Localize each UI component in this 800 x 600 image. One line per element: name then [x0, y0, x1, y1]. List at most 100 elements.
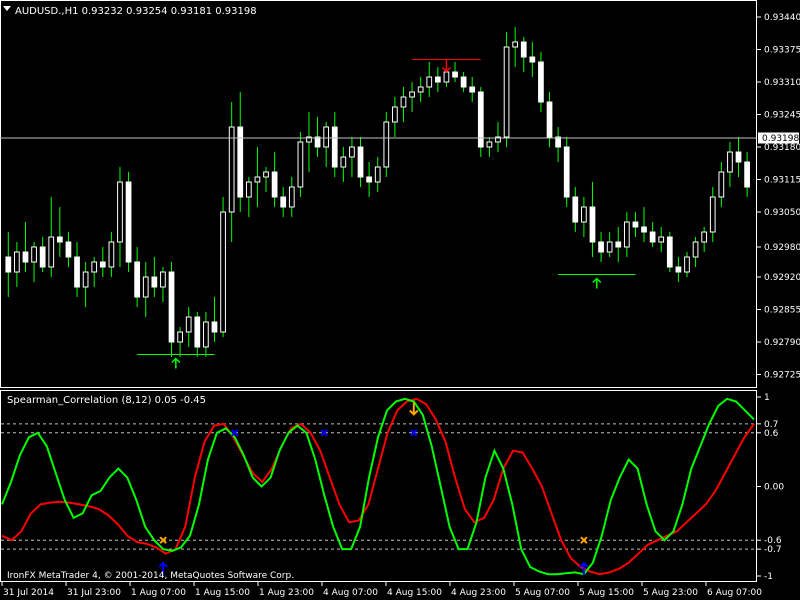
candle-body	[684, 256, 690, 273]
current-price-label: 0.93198	[762, 134, 799, 144]
time-label: 31 Jul 2014	[3, 588, 54, 598]
candle	[503, 32, 510, 147]
candle-body	[160, 271, 166, 288]
candle	[495, 122, 501, 152]
price-tick-label: 0.93115	[764, 176, 800, 186]
candle-body	[82, 271, 89, 288]
candle	[529, 42, 536, 77]
candle	[288, 177, 295, 217]
candle	[254, 147, 261, 207]
candle-body	[546, 101, 553, 138]
candle	[632, 212, 639, 237]
candle	[82, 262, 89, 307]
candle-body	[392, 106, 398, 123]
candle	[392, 97, 398, 137]
spearman-green-line	[1, 397, 755, 576]
candle	[374, 157, 381, 192]
indicator-axis: 10.70.60.00-0.6-0.7-1	[757, 393, 784, 582]
candles-layer	[5, 27, 750, 357]
candle	[194, 312, 201, 357]
candle-body	[589, 206, 596, 243]
candle-body	[203, 321, 209, 348]
candle	[357, 137, 364, 187]
candle	[220, 197, 226, 337]
candle-body	[108, 241, 115, 268]
candle	[469, 77, 476, 102]
candle	[134, 247, 141, 307]
candle	[417, 77, 424, 102]
candle-body	[718, 171, 725, 198]
candle	[641, 207, 647, 242]
candle-body	[56, 236, 63, 243]
candle	[572, 187, 579, 232]
candle	[237, 92, 244, 212]
candle	[623, 212, 630, 257]
candle	[125, 172, 132, 272]
price-tick-label: 0.93375	[764, 46, 800, 56]
chart-window[interactable]: 0.93440 0.93375 0.93310 0.93245 0.93180 0.931…	[0, 0, 800, 600]
candle	[383, 112, 390, 177]
candle	[117, 167, 123, 267]
candle-body	[14, 251, 20, 273]
price-axis: 0.934400.933750.933100.932450.931800.931…	[757, 13, 800, 381]
candle-body	[245, 181, 252, 198]
candle-body	[434, 76, 441, 83]
candle	[658, 227, 665, 252]
candle	[331, 112, 338, 177]
chevron-down-icon[interactable]	[3, 6, 11, 11]
arrow-down-icon	[441, 59, 451, 73]
candle-body	[271, 171, 278, 198]
candle-body	[666, 236, 673, 268]
candle	[91, 257, 98, 287]
candle-body	[220, 211, 226, 333]
candle-body	[349, 146, 355, 158]
indicator-tick-label: 0.00	[764, 483, 784, 493]
candle-body	[91, 261, 98, 273]
copyright-text: IronFX MetaTrader 4, © 2001-2014, MetaQu…	[7, 571, 294, 581]
price-tick-label: 0.93180	[764, 143, 800, 153]
candle-body	[641, 226, 647, 233]
candle-body	[701, 231, 708, 243]
candle-body	[538, 61, 544, 103]
candle-body	[74, 256, 80, 288]
candle	[589, 182, 596, 257]
candle	[306, 112, 312, 172]
candle-body	[744, 161, 750, 188]
candle-body	[632, 221, 639, 228]
chart-menu-button[interactable]	[3, 6, 11, 11]
price-tick-label: 0.93245	[764, 111, 800, 121]
candle-body	[512, 41, 519, 48]
candle	[709, 187, 716, 242]
candle-body	[263, 171, 269, 178]
time-label: 5 Aug 23:00	[643, 588, 698, 598]
candle-body	[168, 271, 175, 343]
candle	[22, 222, 29, 272]
symbol-info: AUDUSD.,H1 0.93232 0.93254 0.93181 0.931…	[15, 6, 257, 17]
candle	[666, 232, 673, 272]
candle	[314, 117, 321, 157]
candle-body	[228, 126, 235, 213]
candle	[675, 257, 682, 282]
candle	[56, 207, 63, 257]
candle-body	[520, 41, 527, 58]
candle-body	[727, 151, 733, 173]
candle-body	[99, 261, 106, 268]
time-label: 6 Aug 07:00	[707, 588, 762, 598]
candle	[203, 312, 209, 357]
candle	[692, 237, 699, 267]
candle	[297, 132, 304, 197]
price-tick-label: 0.92980	[764, 243, 800, 253]
price-tick-label: 0.92790	[764, 338, 800, 348]
candle	[245, 177, 252, 217]
candle	[606, 232, 613, 257]
candle	[349, 137, 355, 177]
candle-body	[125, 181, 132, 263]
candle-body	[692, 241, 699, 258]
candle-body	[340, 156, 347, 168]
indicator-tick-label: -1	[764, 572, 773, 582]
main-pane-frame	[0, 0, 757, 388]
cross-icon	[580, 536, 588, 544]
chart-canvas[interactable]: 0.934400.933750.933100.932450.931800.931…	[0, 0, 800, 600]
candle	[615, 227, 622, 262]
candle	[735, 137, 742, 177]
